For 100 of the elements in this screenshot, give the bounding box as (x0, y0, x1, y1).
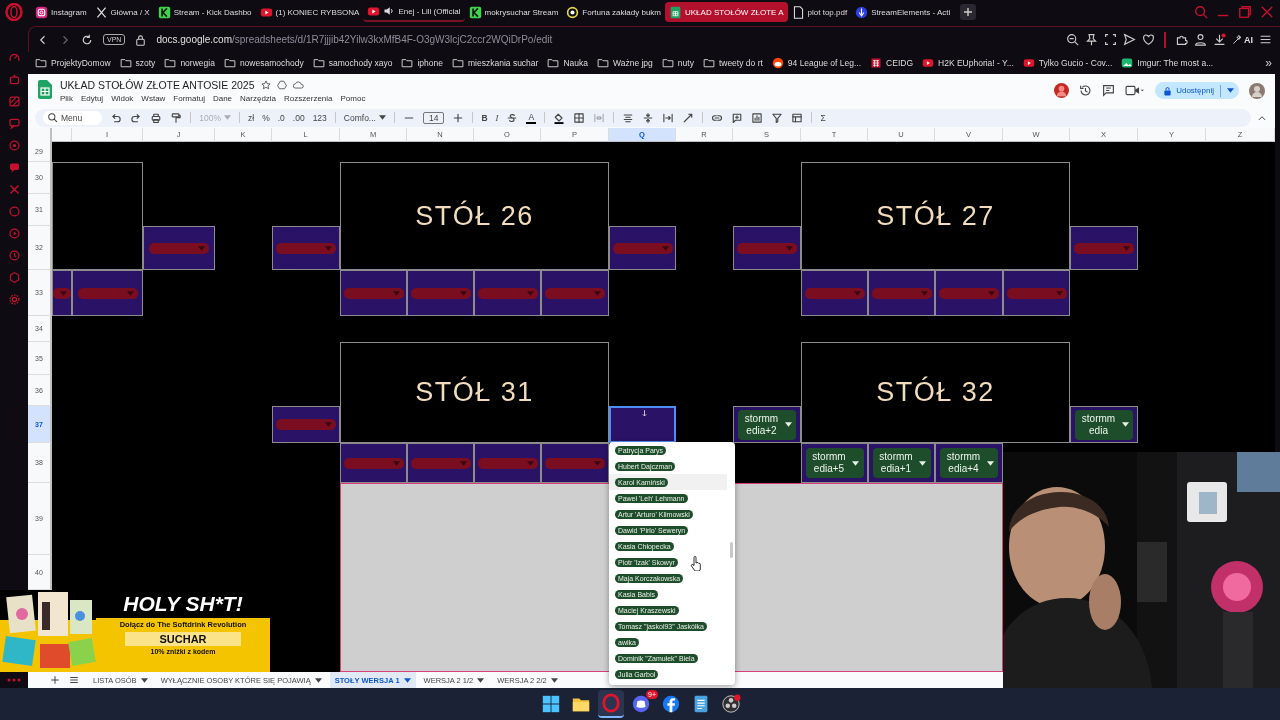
undo-icon[interactable] (110, 111, 123, 124)
bookmark[interactable]: mieszkania suchar (452, 57, 539, 69)
menu-item[interactable]: Wstaw (141, 93, 166, 103)
zoom-out-icon[interactable] (1066, 33, 1079, 46)
bookmark[interactable]: Nauka (547, 57, 588, 69)
pin-icon[interactable] (1085, 33, 1098, 46)
gear-icon[interactable] (7, 293, 21, 306)
search-field[interactable]: Menu (43, 110, 103, 125)
more-bookmarks-button[interactable]: » (1265, 56, 1272, 70)
table-cell[interactable] (52, 270, 72, 316)
table-cell[interactable] (541, 443, 609, 483)
reload-icon[interactable] (81, 33, 93, 46)
search-icon[interactable] (1194, 5, 1208, 19)
table-cell[interactable] (1070, 226, 1138, 270)
share-button[interactable]: Udostępnij (1155, 82, 1239, 99)
format-button[interactable]: 123 (312, 112, 327, 123)
close-icon[interactable] (1260, 5, 1274, 19)
table-cell[interactable] (72, 270, 143, 316)
font-dropdown[interactable]: Comfo... (343, 112, 386, 123)
browser-tab[interactable]: Fortuna zakłady bukm (562, 2, 665, 22)
scrollbar-thumb[interactable] (730, 542, 733, 558)
table-cell[interactable] (474, 270, 541, 316)
bold-button[interactable]: B (481, 112, 488, 123)
spreadsheet-logo-icon[interactable] (38, 80, 52, 99)
bookmark[interactable]: Tylko Gucio - Cov... (1022, 57, 1113, 69)
table-cell[interactable] (407, 443, 474, 483)
functions-button[interactable]: Σ (820, 112, 826, 123)
ai-button[interactable]: AI (1232, 34, 1253, 45)
menu-item[interactable]: Rozszerzenia (284, 93, 333, 103)
menu-item[interactable]: Narzędzia (240, 93, 277, 103)
gauge-icon[interactable] (7, 51, 21, 64)
table-cell[interactable] (868, 270, 935, 316)
opera-logo-icon[interactable] (5, 3, 23, 21)
cube-icon[interactable] (7, 271, 21, 284)
text-color-button[interactable]: A (526, 111, 537, 124)
format-button[interactable]: zł (248, 112, 255, 123)
menu-item[interactable]: Formatuj (173, 93, 205, 103)
browser-tab[interactable]: UKŁAD STOŁÓW ZŁOTE A (665, 2, 788, 22)
table-cell[interactable] (340, 443, 407, 483)
table-cell[interactable] (1003, 270, 1070, 316)
chart-icon[interactable] (751, 111, 764, 124)
play-icon[interactable] (7, 227, 21, 240)
paint-roller-icon[interactable] (170, 111, 183, 124)
taskbar-app[interactable] (598, 690, 624, 718)
table-cell[interactable] (407, 270, 474, 316)
bookmark[interactable]: szoty (119, 57, 156, 69)
document-title[interactable]: UKŁAD STOŁÓW ZŁOTE ANTOSIE 2025 (60, 78, 255, 91)
new-tab-icon[interactable] (960, 4, 977, 20)
font-size-field[interactable]: 14 (422, 111, 445, 124)
browser-tab[interactable]: Stream - Kick Dashbo (153, 2, 256, 22)
more-icon[interactable] (7, 678, 21, 682)
bookmark[interactable]: nuty (661, 57, 694, 69)
table-cell[interactable] (733, 226, 801, 270)
table-cell[interactable] (272, 226, 340, 270)
clock-icon[interactable] (7, 249, 21, 262)
puzzle-icon[interactable] (1175, 33, 1188, 46)
strikethrough-icon[interactable] (506, 111, 519, 124)
url-text[interactable]: docs.google.com/spreadsheets/d/1R7jjjib42Yilw3kxMfB4F-O3gW3lcjC2ccr2WQiDrPo/edit (156, 34, 553, 45)
drive-icon[interactable] (276, 79, 287, 90)
table-cell[interactable] (541, 270, 609, 316)
bookmark[interactable]: 94 League of Leg... (771, 57, 862, 69)
browser-tab[interactable]: (1) KONIEC RYBSONA (255, 2, 364, 22)
chat-bubble-icon[interactable] (7, 161, 21, 174)
comment-icon[interactable] (1102, 84, 1116, 97)
bookmark[interactable]: nowesamochody (223, 57, 304, 69)
video-camera-icon[interactable] (1125, 84, 1146, 97)
download-icon[interactable] (1213, 33, 1226, 46)
format-button[interactable]: .0 (277, 112, 285, 123)
text-wrap-icon[interactable] (662, 111, 675, 124)
plus-icon[interactable] (452, 111, 465, 124)
chat-bubble-icon[interactable] (7, 117, 21, 130)
bookmark[interactable]: CEIDG (870, 57, 913, 69)
browser-tab[interactable]: StreamElements - Acti (851, 2, 955, 22)
printer-icon[interactable] (150, 111, 163, 124)
format-button[interactable]: % (262, 112, 270, 123)
table-cell[interactable] (609, 406, 676, 443)
filter-icon[interactable] (771, 111, 784, 124)
browser-tab[interactable]: Główna / X (90, 2, 154, 22)
comment-icon[interactable] (731, 111, 744, 124)
menu-item[interactable]: Plik (60, 93, 73, 103)
heart-icon[interactable] (1142, 33, 1155, 46)
browser-tab[interactable]: mokrysuchar Stream (464, 2, 563, 22)
menu-icon[interactable] (69, 675, 79, 685)
menu-item[interactable]: Widok (111, 93, 134, 103)
history-icon[interactable] (1079, 84, 1093, 97)
redo-icon[interactable] (130, 111, 143, 124)
striped-square-icon[interactable] (7, 95, 21, 108)
bookmark[interactable]: iphone (401, 57, 443, 69)
restore-icon[interactable] (1238, 5, 1252, 19)
bookmark[interactable]: norwegia (164, 57, 215, 69)
star-icon[interactable] (260, 79, 271, 90)
table-cell[interactable] (935, 270, 1003, 316)
table-cell[interactable] (609, 226, 676, 270)
menu-icon[interactable] (1259, 33, 1272, 46)
avatar-icon[interactable] (1249, 82, 1265, 99)
align-icon[interactable] (622, 111, 635, 124)
send-icon[interactable] (1123, 33, 1136, 46)
bookmark[interactable]: ProjektyDomow (35, 57, 111, 69)
bookmark[interactable]: Ważne jpg (596, 57, 653, 69)
vertical-align-icon[interactable] (642, 111, 655, 124)
